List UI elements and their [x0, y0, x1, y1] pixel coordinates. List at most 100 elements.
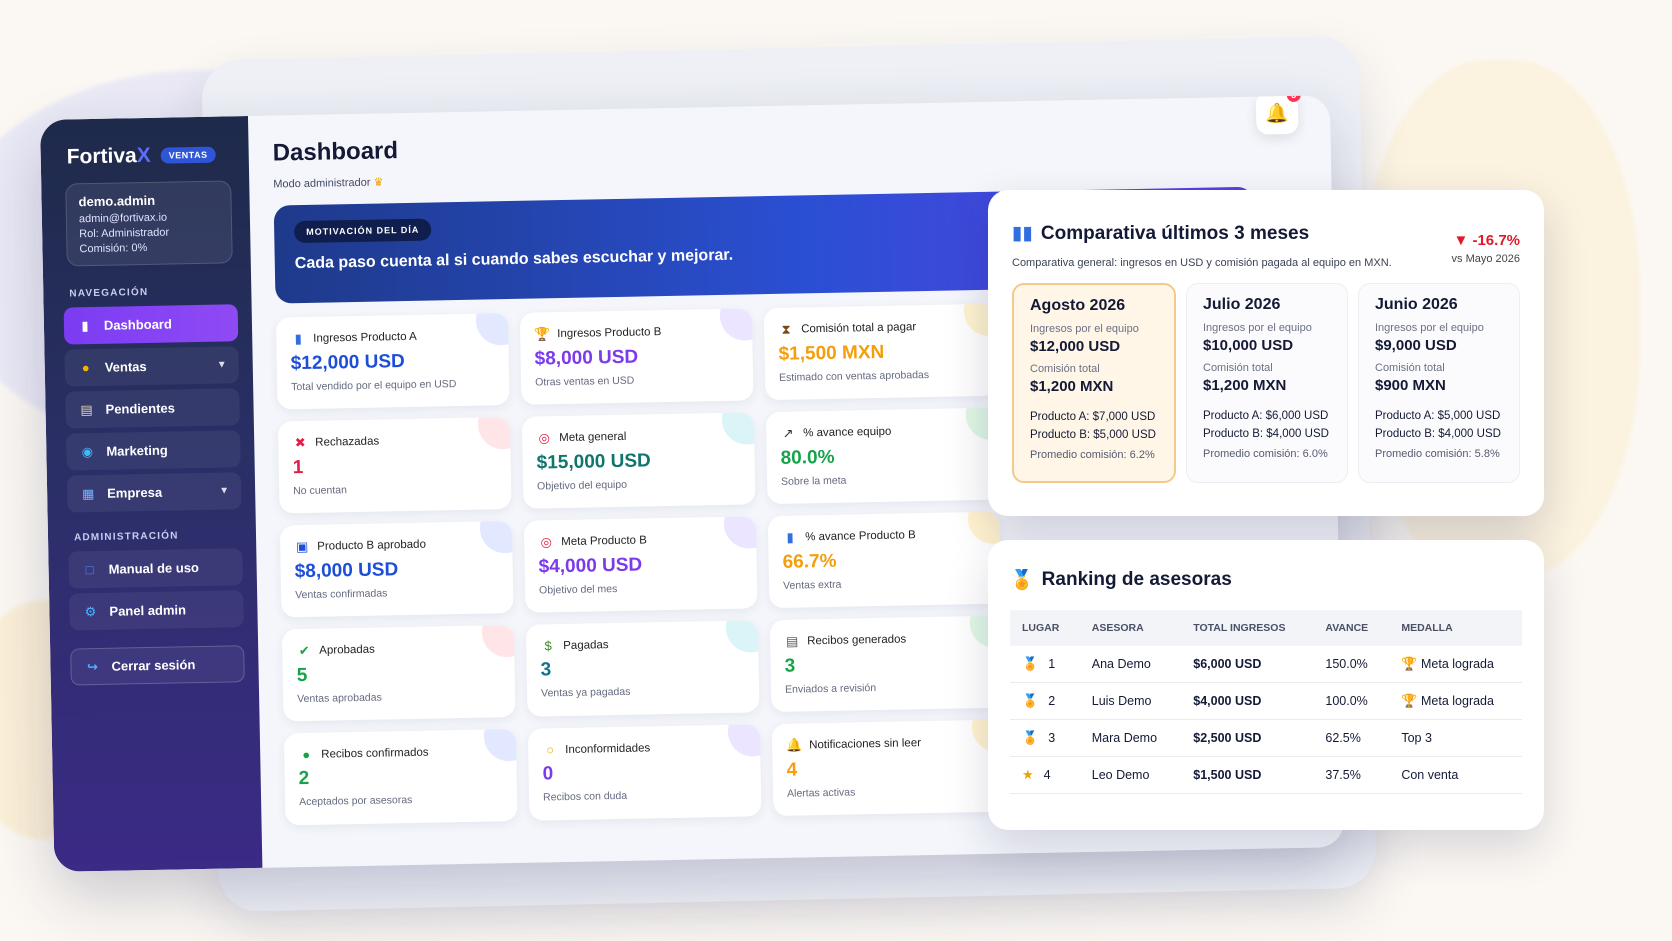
stat-card[interactable]: ○ Inconformidades 0 Recibos con duda	[527, 724, 762, 821]
brand-badge: VENTAS	[160, 146, 216, 164]
advisor-medal: Con venta	[1401, 768, 1459, 782]
column-header: TOTAL INGRESOS	[1181, 610, 1314, 646]
trophy-icon: 🏆	[534, 326, 551, 342]
table-row[interactable]: ★ 4 Leo Demo $1,500 USD 37.5% Con venta	[1010, 756, 1522, 794]
stat-card[interactable]: ↗ % avance equipo 80.0% Sobre la meta	[765, 407, 1000, 505]
check-icon: ✔	[298, 642, 310, 659]
stat-card[interactable]: ◎ Meta Producto B $4,000 USD Objetivo del…	[523, 516, 758, 613]
card-value: $8,000 USD	[534, 346, 639, 370]
card-label: Aprobadas	[319, 643, 375, 657]
stat-card[interactable]: ⧗ Comisión total a pagar $1,500 MXN Estim…	[763, 303, 998, 401]
building-icon: ▦	[81, 485, 95, 501]
card-value: 2	[298, 767, 310, 790]
stat-card[interactable]: ● Recibos confirmados 2 Aceptados por ase…	[283, 728, 518, 826]
advisor-medal: Meta lograda	[1421, 657, 1494, 671]
chevron-down-icon: ▼	[216, 359, 227, 371]
card-label: Meta general	[559, 430, 627, 445]
advisor-progress: 150.0%	[1313, 646, 1390, 683]
sidebar-item-label: Dashboard	[103, 316, 172, 333]
sidebar-item-pendientes[interactable]: ▤ Pendientes	[65, 388, 240, 429]
square-icon: □	[85, 562, 94, 578]
stat-card[interactable]: 🔔 Notificaciones sin leer 4 Alertas activ…	[771, 719, 1006, 817]
advisor-name: Leo Demo	[1079, 756, 1182, 794]
bar-chart-icon: ▮	[786, 529, 794, 545]
bronze-medal-icon: 🏅	[1022, 730, 1039, 745]
rank-place: 4	[1043, 768, 1051, 782]
stat-card[interactable]: $ Pagadas 3 Ventas ya pagadas	[525, 620, 760, 717]
sidebar-item-manual[interactable]: □ Manual de uso	[68, 548, 243, 589]
stat-card[interactable]: 🏆 Ingresos Producto B $8,000 USD Otras ve…	[519, 308, 754, 405]
ranking-title: 🏅 Ranking de asesoras	[1010, 569, 1232, 591]
bar-chart-icon: ▮	[294, 331, 302, 347]
income-label: Ingresos por el equipo	[1375, 322, 1484, 334]
product-b-income: Producto B: $4,000 USD	[1375, 428, 1501, 440]
stat-card[interactable]: ▣ Producto B aprobado $8,000 USD Ventas c…	[279, 521, 514, 618]
stat-card[interactable]: ✖ Rechazadas 1 No cuentan	[277, 417, 512, 514]
card-label: Recibos generados	[807, 633, 907, 648]
trend-icon: ↗	[782, 425, 794, 441]
column-header: ASESORA	[1079, 610, 1182, 646]
card-value: 1	[292, 457, 304, 479]
sidebar-item-ventas[interactable]: ● Ventas ▼	[64, 346, 240, 387]
logout-button[interactable]: ↪ Cerrar sesión	[70, 645, 245, 686]
sidebar-item-label: Ventas	[104, 358, 147, 375]
card-label: Ingresos Producto B	[557, 326, 662, 341]
card-value: $1,500 MXN	[778, 341, 885, 365]
month-commission: $900 MXN	[1375, 377, 1446, 394]
ranking-panel: 🏅 Ranking de asesoras LUGAR ASESORA TOTAL I…	[988, 540, 1544, 830]
rank-place: 1	[1048, 657, 1056, 671]
square-icon: ▣	[295, 538, 309, 555]
month-card: Agosto 2026 Ingresos por el equipo $12,0…	[1012, 283, 1176, 483]
card-subtitle: Objetivo del equipo	[537, 478, 628, 493]
card-value: 3	[784, 655, 796, 677]
brand-logo[interactable]: FortivaX	[66, 144, 150, 170]
month-commission: $1,200 MXN	[1203, 377, 1287, 394]
stat-card[interactable]: ▤ Recibos generados 3 Enviados a revisión	[769, 615, 1004, 713]
card-value: 5	[296, 664, 308, 687]
card-subtitle: Total vendido por el equipo en USD	[291, 378, 457, 394]
card-subtitle: Ventas aprobadas	[297, 691, 382, 706]
money-icon: $	[544, 638, 552, 654]
month-commission: $1,200 MXN	[1030, 378, 1114, 395]
stat-card[interactable]: ✔ Aprobadas 5 Ventas aprobadas	[281, 624, 516, 722]
sidebar-item-empresa[interactable]: ▦ Empresa ▼	[66, 472, 242, 513]
x-icon: ✖	[294, 434, 306, 451]
logout-icon: ↪	[86, 658, 99, 674]
table-row[interactable]: 🏅 1 Ana Demo $6,000 USD 150.0% 🏆 Meta log…	[1010, 646, 1522, 683]
card-subtitle: Ventas ya pagadas	[540, 685, 631, 700]
sidebar-item-dashboard[interactable]: ▮ Dashboard	[63, 304, 239, 345]
table-row[interactable]: 🏅 2 Luis Demo $4,000 USD 100.0% 🏆 Meta lo…	[1010, 682, 1522, 720]
month-card: Julio 2026 Ingresos por el equipo $10,00…	[1186, 283, 1348, 483]
delta-reference: vs Mayo 2026	[1451, 253, 1520, 265]
gold-medal-icon: 🏅	[1022, 656, 1039, 671]
advisor-total: $1,500 USD	[1181, 756, 1314, 794]
commission-average: Promedio comisión: 6.2%	[1030, 449, 1155, 461]
comparison-delta: ▼ -16.7% vs Mayo 2026	[1452, 232, 1520, 265]
notifications-button[interactable]: 🔔 3	[1255, 95, 1301, 135]
stat-card[interactable]: ▮ % avance Producto B 66.7% Ventas extra	[767, 511, 1002, 609]
stat-card[interactable]: ◎ Meta general $15,000 USD Objetivo del e…	[521, 412, 756, 509]
card-subtitle: Otras ventas en USD	[535, 374, 635, 389]
card-subtitle: Aceptados por asesoras	[299, 793, 413, 809]
trophy-icon: 🏆	[1401, 656, 1418, 671]
card-label: Inconformidades	[565, 741, 651, 756]
comparison-panel: ▮▮ Comparativa últimos 3 meses Comparativ…	[988, 190, 1544, 516]
card-subtitle: Objetivo del mes	[539, 583, 618, 597]
card-subtitle: Alertas activas	[786, 786, 856, 800]
card-label: Pagadas	[563, 638, 609, 652]
card-subtitle: No cuentan	[293, 484, 347, 498]
card-value: $8,000 USD	[294, 559, 399, 583]
advisor-name: Mara Demo	[1079, 719, 1182, 757]
sidebar-item-panel-admin[interactable]: ⚙ Panel admin	[69, 590, 244, 631]
month-income: $12,000 USD	[1030, 338, 1121, 355]
down-arrow-icon: ▼	[1453, 232, 1469, 249]
commission-average: Promedio comisión: 6.0%	[1203, 448, 1328, 460]
table-row[interactable]: 🏅 3 Mara Demo $2,500 USD 62.5% Top 3	[1010, 719, 1522, 757]
product-a-income: Producto A: $6,000 USD	[1203, 410, 1329, 422]
advisor-name: Ana Demo	[1079, 646, 1182, 683]
card-label: % avance Producto B	[805, 529, 916, 544]
sidebar-item-marketing[interactable]: ◉ Marketing	[66, 430, 241, 471]
bell-icon: 🔔	[1265, 103, 1290, 125]
stat-card[interactable]: ▮ Ingresos Producto A $12,000 USD Total v…	[275, 313, 510, 410]
stats-grid: ▮ Ingresos Producto A $12,000 USD Total v…	[275, 303, 1006, 826]
